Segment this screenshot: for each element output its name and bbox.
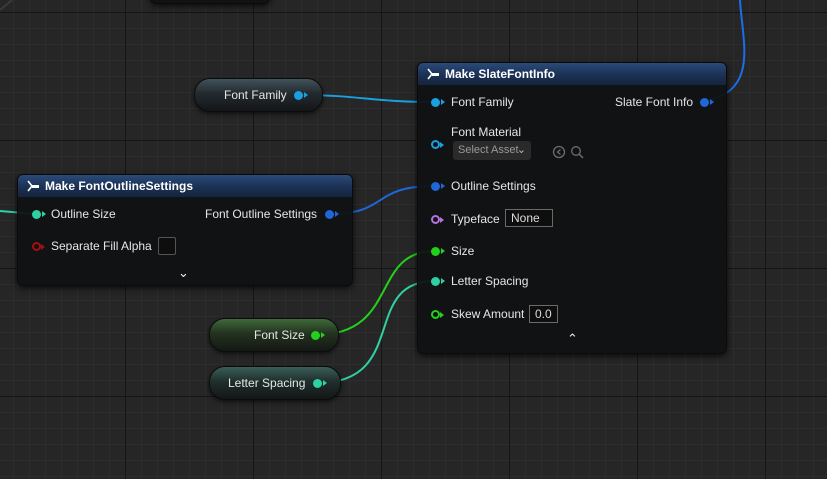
letter-spacing-variable-node[interactable]: Letter Spacing	[209, 366, 341, 400]
font-size-output-pin[interactable]	[311, 331, 325, 340]
font-outline-settings-pin[interactable]	[325, 210, 339, 219]
font-outline-settings-label: Font Outline Settings	[205, 207, 318, 221]
make-font-outline-settings-node[interactable]: Make FontOutlineSettings Outline Size Fo…	[17, 174, 353, 286]
font-material-pin[interactable]	[431, 140, 444, 149]
variable-label: Letter Spacing	[228, 376, 306, 390]
size-pin[interactable]	[431, 247, 445, 256]
asset-dropdown-value: Select Asset	[458, 144, 519, 156]
make-struct-icon	[27, 180, 39, 192]
separate-fill-alpha-checkbox[interactable]	[158, 237, 176, 255]
node-title: Make FontOutlineSettings	[45, 179, 194, 193]
slate-font-info-pin[interactable]	[700, 98, 714, 107]
outline-size-label: Outline Size	[51, 207, 116, 221]
font-family-output-pin[interactable]	[294, 91, 308, 100]
make-struct-icon	[427, 68, 439, 80]
variable-label: Font Size	[254, 328, 305, 342]
wire-top-left-stub	[0, 0, 13, 11]
typeface-label: Typeface	[451, 212, 500, 226]
letter-spacing-label: Letter Spacing	[451, 274, 529, 288]
node-header[interactable]: Make SlateFontInfo	[418, 63, 726, 85]
font-size-variable-node[interactable]: Font Size	[209, 318, 339, 352]
expand-chevron-down-icon[interactable]: ⌄	[178, 265, 189, 281]
variable-label: Font Family	[224, 88, 287, 102]
font-family-pin[interactable]	[431, 98, 445, 107]
slate-font-info-label: Slate Font Info	[615, 95, 694, 109]
outline-settings-pin[interactable]	[431, 182, 445, 191]
chevron-down-icon: ⌄	[516, 144, 526, 156]
offscreen-node[interactable]	[150, 0, 270, 4]
letter-spacing-output-pin[interactable]	[313, 379, 327, 388]
font-family-label: Font Family	[451, 95, 514, 109]
skew-amount-value-field[interactable]: 0.0	[529, 305, 558, 323]
collapse-chevron-up-icon[interactable]: ⌃	[567, 331, 578, 347]
size-label: Size	[451, 244, 475, 258]
skew-amount-label: Skew Amount	[451, 307, 525, 321]
font-material-asset-dropdown[interactable]: Select Asset ⌄	[453, 141, 531, 160]
letter-spacing-pin[interactable]	[431, 277, 445, 286]
typeface-pin[interactable]	[431, 215, 444, 224]
node-header[interactable]: Make FontOutlineSettings	[18, 175, 352, 197]
separate-fill-alpha-pin[interactable]	[32, 242, 45, 251]
font-material-label: Font Material	[451, 125, 522, 139]
make-slate-font-info-node[interactable]: Make SlateFontInfo Font Family Slate Fon…	[417, 62, 727, 354]
outline-settings-label: Outline Settings	[451, 179, 536, 193]
separate-fill-alpha-label: Separate Fill Alpha	[51, 239, 152, 253]
typeface-value-field[interactable]: None	[505, 209, 553, 227]
skew-amount-pin[interactable]	[431, 310, 444, 319]
outline-size-pin[interactable]	[32, 210, 46, 219]
node-title: Make SlateFontInfo	[445, 67, 556, 81]
use-selected-asset-icon[interactable]	[552, 145, 566, 159]
browse-asset-search-icon[interactable]	[570, 145, 584, 159]
font-family-variable-node[interactable]: Font Family	[194, 78, 323, 112]
